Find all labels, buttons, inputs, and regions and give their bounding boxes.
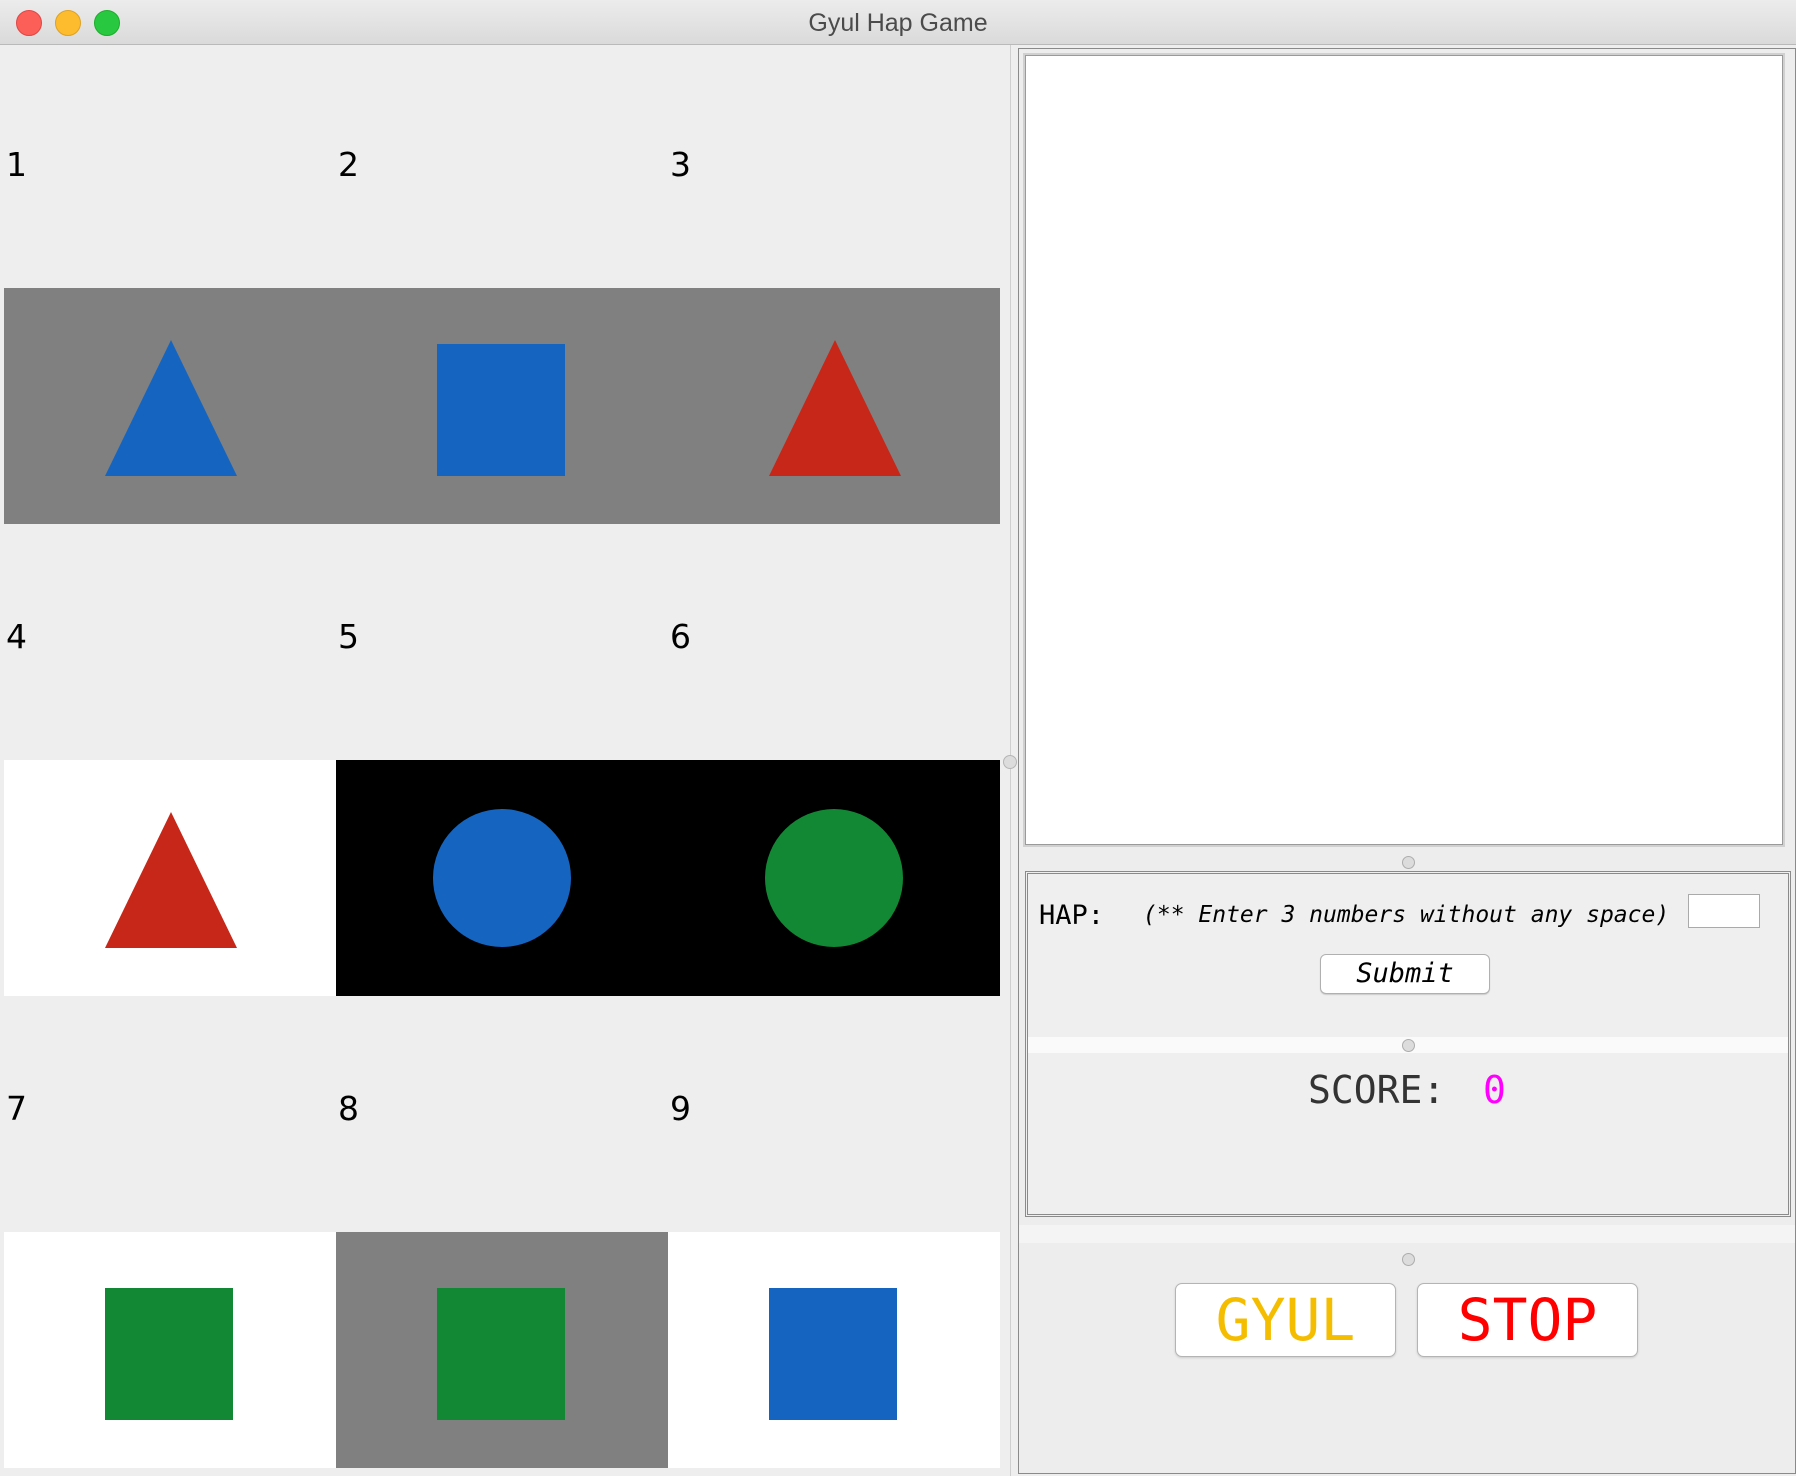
score-label: SCORE: (1308, 1068, 1446, 1112)
square-icon (105, 1288, 233, 1420)
card-6 (668, 760, 1000, 996)
splitter-handle-top[interactable] (1402, 856, 1415, 869)
card-number-4: 4 (6, 617, 27, 656)
hap-hint: (** Enter 3 numbers without any space) (1143, 902, 1670, 928)
square-icon (437, 1288, 565, 1420)
card-number-2: 2 (338, 145, 359, 184)
triangle-icon (105, 812, 237, 948)
gyul-button[interactable]: GYUL (1175, 1283, 1396, 1357)
card-number-9: 9 (670, 1089, 691, 1128)
card-number-1: 1 (6, 145, 27, 184)
circle-icon (433, 809, 571, 947)
card-8 (336, 1232, 668, 1468)
circle-icon (765, 809, 903, 947)
card-2 (336, 288, 668, 524)
card-number-3: 3 (670, 145, 691, 184)
submit-button[interactable]: Submit (1320, 954, 1490, 994)
card-1 (4, 288, 336, 524)
card-number-8: 8 (338, 1089, 359, 1128)
card-5 (336, 760, 668, 996)
card-4 (4, 760, 336, 996)
vertical-splitter-handle[interactable] (1003, 755, 1017, 769)
hap-label: HAP: (1039, 900, 1105, 931)
hap-panel: HAP: (** Enter 3 numbers without any spa… (1025, 871, 1791, 1217)
title-bar: Gyul Hap Game (0, 0, 1796, 45)
bottom-divider (1019, 1225, 1795, 1243)
square-icon (437, 344, 565, 476)
answer-log-area[interactable] (1023, 53, 1785, 847)
card-9 (668, 1232, 1000, 1468)
window-content: 1 2 3 4 5 6 7 8 9 HAP: (** Enter 3 numbers witho… (0, 45, 1796, 1476)
card-number-6: 6 (670, 617, 691, 656)
card-grid: 1 2 3 4 5 6 7 8 9 (0, 45, 1011, 1476)
triangle-icon (769, 340, 901, 476)
window-title: Gyul Hap Game (808, 9, 988, 37)
card-number-7: 7 (6, 1089, 27, 1128)
square-icon (769, 1288, 897, 1420)
splitter-handle-middle[interactable] (1402, 1039, 1415, 1052)
triangle-icon (105, 340, 237, 476)
stop-button[interactable]: STOP (1417, 1283, 1638, 1357)
splitter-handle-bottom[interactable] (1402, 1253, 1415, 1266)
score-value: 0 (1483, 1068, 1506, 1112)
card-3 (668, 288, 1000, 524)
hap-input[interactable] (1688, 894, 1760, 928)
side-panel: HAP: (** Enter 3 numbers without any spa… (1018, 48, 1796, 1474)
card-number-5: 5 (338, 617, 359, 656)
card-7 (4, 1232, 336, 1468)
